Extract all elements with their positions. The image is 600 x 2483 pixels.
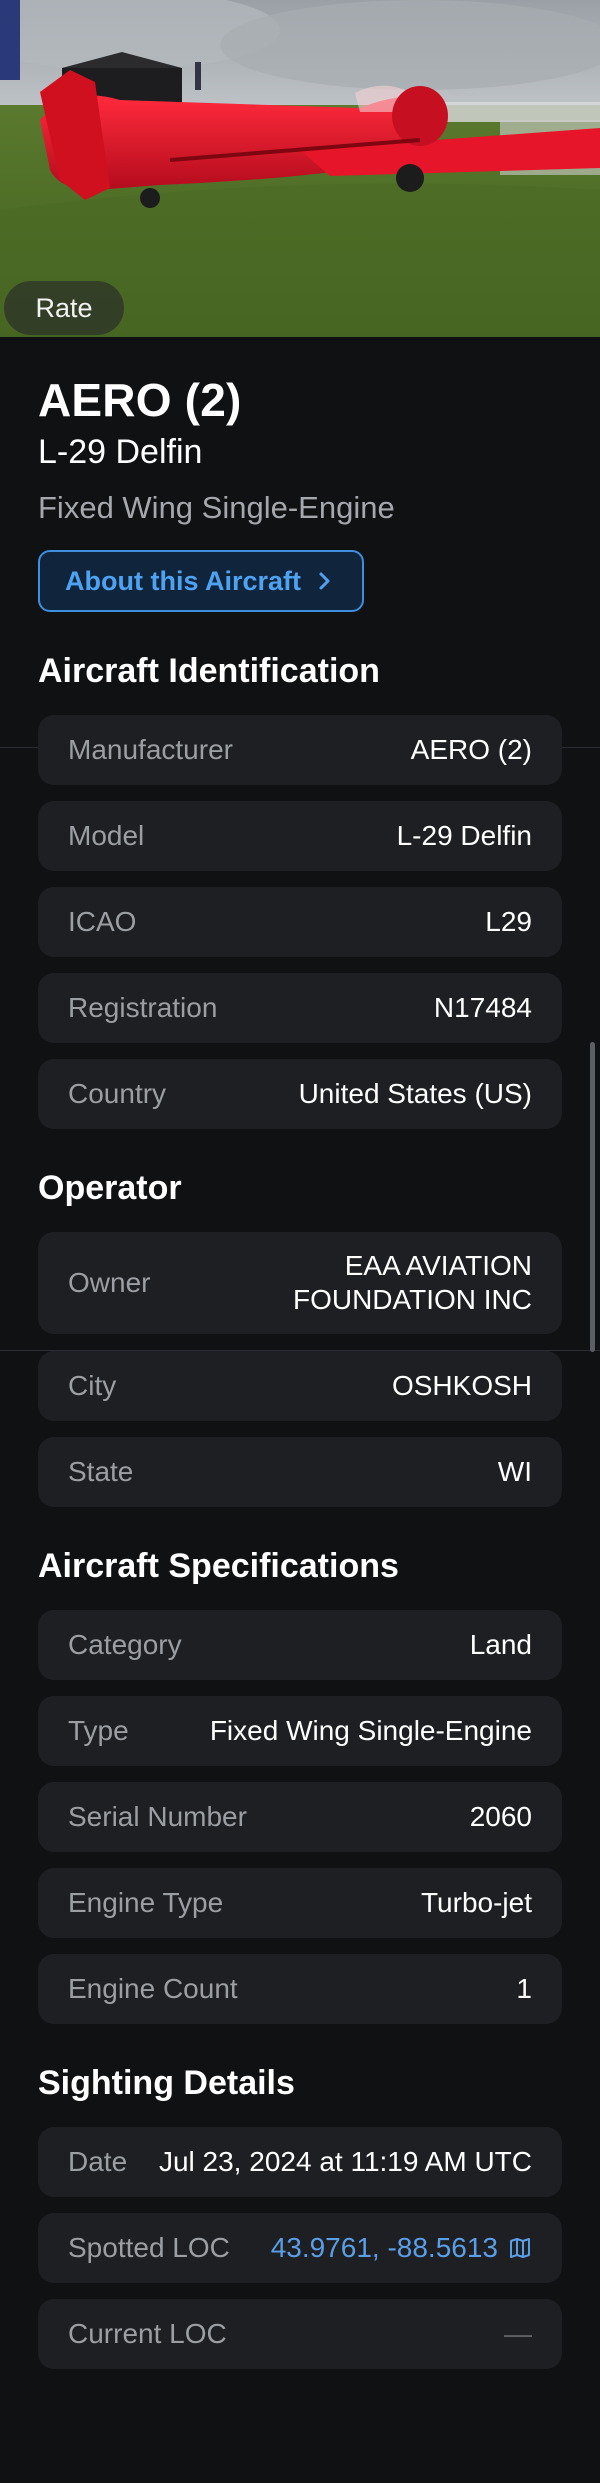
info-row-category: Category Land — [38, 1610, 562, 1680]
row-label: Manufacturer — [68, 734, 233, 765]
section-heading-specifications: Aircraft Specifications — [38, 1547, 399, 1585]
row-value: 1 — [516, 1973, 532, 2004]
row-label: Model — [68, 820, 145, 851]
row-value: 43.9761, -88.5613 — [270, 2232, 498, 2263]
row-value: United States (US) — [298, 1078, 532, 1109]
row-label: ICAO — [68, 906, 137, 937]
row-label: Registration — [68, 992, 218, 1023]
row-label: Type — [68, 1715, 129, 1746]
page-title: AERO (2) — [38, 374, 242, 426]
info-row-manufacturer: Manufacturer AERO (2) — [38, 715, 562, 785]
about-aircraft-label: About this Aircraft — [65, 565, 301, 596]
section-heading-sighting: Sighting Details — [38, 2064, 295, 2102]
row-label: Country — [68, 1078, 167, 1109]
chevron-right-icon — [319, 572, 330, 590]
row-label: Category — [68, 1629, 182, 1660]
row-value: WI — [497, 1456, 532, 1487]
info-row-owner: Owner EAA AVIATION FOUNDATION INC — [38, 1232, 562, 1334]
row-label: Engine Count — [68, 1973, 238, 2004]
section-heading-operator: Operator — [38, 1169, 182, 1207]
row-label: Owner — [68, 1267, 151, 1298]
row-label: Date — [68, 2146, 128, 2177]
aircraft-photo: Rate — [0, 0, 600, 337]
row-label: City — [68, 1370, 117, 1401]
info-row-engine-count: Engine Count 1 — [38, 1954, 562, 2024]
row-label: Serial Number — [68, 1801, 247, 1832]
info-row-registration: Registration N17484 — [38, 973, 562, 1043]
info-row-country: Country United States (US) — [38, 1059, 562, 1129]
info-row-date: Date Jul 23, 2024 at 11:19 AM UTC — [38, 2127, 562, 2197]
map-icon — [510, 2238, 530, 2258]
row-label: Spotted LOC — [68, 2232, 230, 2263]
spotted-location-link[interactable]: 43.9761, -88.5613 — [271, 2232, 532, 2264]
row-value: 2060 — [469, 1801, 532, 1832]
info-row-state: State WI — [38, 1437, 562, 1507]
row-value: Fixed Wing Single-Engine — [209, 1715, 532, 1746]
row-value: EAA AVIATION FOUNDATION INC — [292, 1250, 532, 1315]
row-label: State — [68, 1456, 134, 1487]
row-label: Engine Type — [68, 1887, 224, 1918]
aircraft-model: L-29 Delfin — [38, 433, 203, 471]
row-value: — — [504, 2318, 532, 2349]
info-row-serial-number: Serial Number 2060 — [38, 1782, 562, 1852]
info-row-icao: ICAO L29 — [38, 887, 562, 957]
row-value: Land — [469, 1629, 532, 1660]
row-value: Jul 23, 2024 at 11:19 AM UTC — [158, 2146, 532, 2177]
row-value: AERO (2) — [410, 734, 532, 765]
row-value: L-29 Delfin — [396, 820, 532, 851]
row-value: OSHKOSH — [391, 1370, 532, 1401]
info-row-type: Type Fixed Wing Single-Engine — [38, 1696, 562, 1766]
info-row-spotted-loc[interactable]: Spotted LOC 43.9761, -88.5613 — [38, 2213, 562, 2283]
info-row-current-loc: Current LOC — — [38, 2299, 562, 2369]
scrollbar[interactable] — [590, 1042, 595, 1352]
rate-button[interactable]: Rate — [4, 281, 124, 335]
info-row-city: City OSHKOSH — [38, 1351, 562, 1421]
info-row-model: Model L-29 Delfin — [38, 801, 562, 871]
row-value: Turbo-jet — [420, 1887, 532, 1918]
about-aircraft-button[interactable]: About this Aircraft — [38, 550, 364, 612]
row-label: Current LOC — [68, 2318, 227, 2349]
section-heading-identification: Aircraft Identification — [38, 652, 380, 690]
info-row-engine-type: Engine Type Turbo-jet — [38, 1868, 562, 1938]
aircraft-category: Fixed Wing Single-Engine — [38, 490, 395, 525]
row-value: N17484 — [433, 992, 532, 1023]
row-value: L29 — [485, 906, 532, 937]
